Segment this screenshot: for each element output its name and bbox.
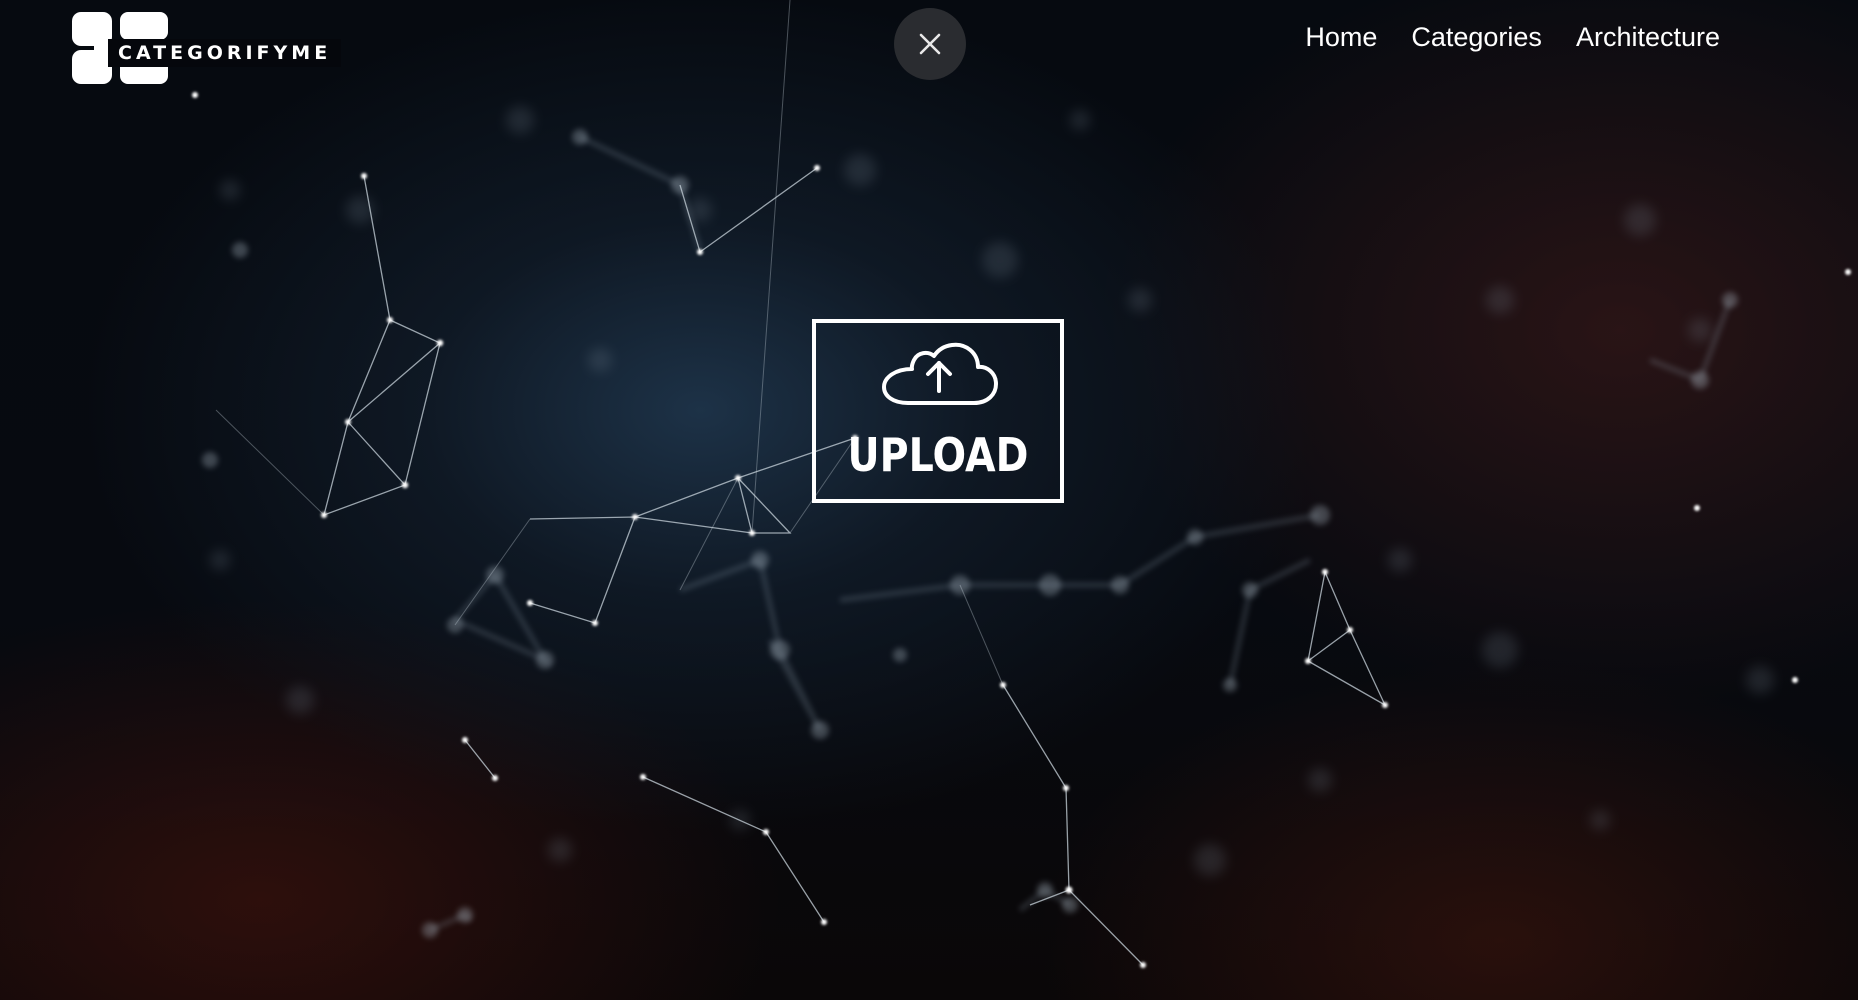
close-button[interactable]: [894, 8, 966, 80]
nav-link-home[interactable]: Home: [1305, 20, 1377, 54]
nav-link-architecture[interactable]: Architecture: [1576, 20, 1720, 54]
nav-link-categories[interactable]: Categories: [1411, 20, 1542, 54]
main-navigation: Home Categories Architecture: [1305, 20, 1720, 54]
brand-name: CATEGORIFYME: [108, 39, 342, 67]
upload-label: UPLOAD: [847, 428, 1029, 482]
page-background: CATEGORIFYME Home Categories Architectur…: [0, 0, 1858, 1000]
upload-button[interactable]: UPLOAD: [812, 319, 1064, 503]
brand-logo[interactable]: CATEGORIFYME: [70, 10, 360, 90]
close-icon: [919, 33, 941, 55]
cloud-upload-icon: [882, 342, 998, 405]
